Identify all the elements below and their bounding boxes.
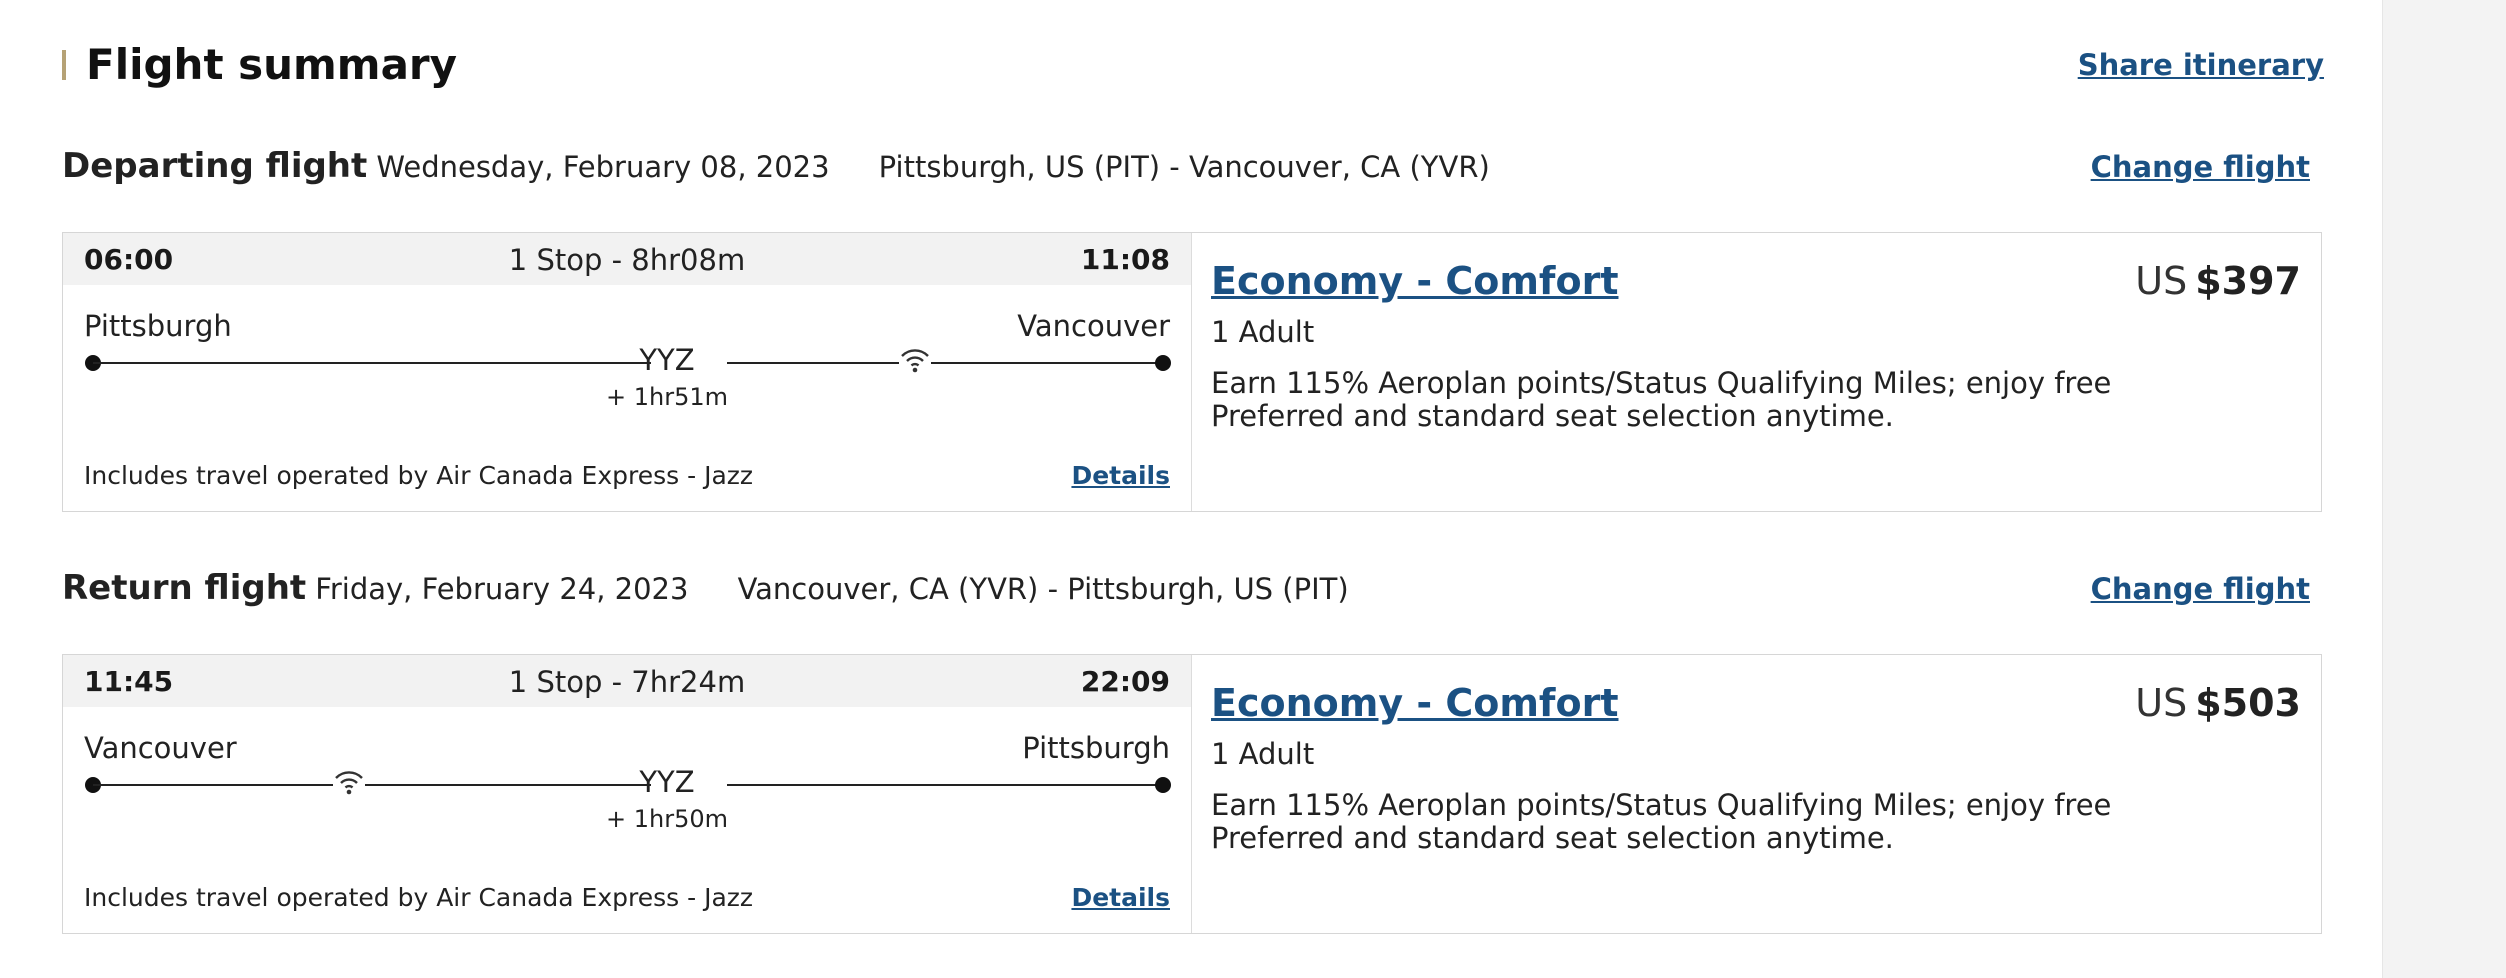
flight-card: 11:45 1 Stop - 7hr24m 22:09 Vancouver Pi… xyxy=(62,654,2322,934)
time-bar: 06:00 1 Stop - 8hr08m 11:08 xyxy=(63,233,1191,285)
arrival-time: 22:09 xyxy=(1080,665,1170,698)
layover-duration: + 1hr51m xyxy=(605,383,728,411)
itinerary-panel: 11:45 1 Stop - 7hr24m 22:09 Vancouver Pi… xyxy=(63,655,1192,933)
destination-city: Vancouver xyxy=(1017,309,1170,343)
operated-by-note: Includes travel operated by Air Canada E… xyxy=(84,883,754,912)
section-title: Departing flight xyxy=(62,146,368,186)
connection-airport: YYZ xyxy=(639,343,695,377)
destination-dot xyxy=(1155,355,1171,371)
operated-by-note: Includes travel operated by Air Canada E… xyxy=(84,461,754,490)
flight-summary-panel: Flight summary Share itinerary Departing… xyxy=(0,0,2382,978)
fare-type-link[interactable]: Economy - Comfort xyxy=(1211,681,1618,725)
flight-date: Friday, February 24, 2023 xyxy=(315,572,689,606)
stops-duration: 1 Stop - 7hr24m xyxy=(508,665,746,699)
fare-price: US $397 xyxy=(2135,259,2301,303)
fare-panel: Economy - Comfort US $503 1 Adult Earn 11… xyxy=(1191,655,2321,933)
fare-price: US $503 xyxy=(2135,681,2301,725)
arrival-time: 11:08 xyxy=(1080,243,1170,276)
destination-dot xyxy=(1155,777,1171,793)
accent-bar xyxy=(62,50,66,80)
price-currency: US xyxy=(2135,259,2188,303)
page-title: Flight summary xyxy=(86,40,458,89)
price-currency: US xyxy=(2135,681,2188,725)
flight-date: Wednesday, February 08, 2023 xyxy=(376,150,830,184)
destination-city: Pittsburgh xyxy=(1022,731,1170,765)
price-amount: $397 xyxy=(2195,259,2301,303)
section-title: Return flight xyxy=(62,568,307,608)
route-line-segment xyxy=(93,784,651,786)
return-flight-section: Return flight Friday, February 24, 2023 … xyxy=(62,568,2324,934)
layover-duration: + 1hr50m xyxy=(605,805,728,833)
summary-header: Flight summary Share itinerary xyxy=(62,40,2324,90)
origin-city: Vancouver xyxy=(84,731,237,765)
origin-city: Pittsburgh xyxy=(84,309,232,343)
departing-flight-header: Departing flight Wednesday, February 08,… xyxy=(62,146,2324,206)
passenger-count: 1 Adult xyxy=(1211,315,1315,349)
fare-benefit-text: Earn 115% Aeroplan points/Status Qualify… xyxy=(1211,366,2112,433)
change-flight-link[interactable]: Change flight xyxy=(2091,150,2310,184)
flight-route: Vancouver, CA (YVR) - Pittsburgh, US (PI… xyxy=(737,572,1349,606)
price-amount: $503 xyxy=(2195,681,2301,725)
passenger-count: 1 Adult xyxy=(1211,737,1315,771)
wifi-icon xyxy=(899,343,931,375)
connection-airport: YYZ xyxy=(639,765,695,799)
itinerary-panel: 06:00 1 Stop - 8hr08m 11:08 Pittsburgh V… xyxy=(63,233,1192,511)
flight-card: 06:00 1 Stop - 8hr08m 11:08 Pittsburgh V… xyxy=(62,232,2322,512)
fare-benefit-text: Earn 115% Aeroplan points/Status Qualify… xyxy=(1211,788,2112,855)
page-background-strip xyxy=(2382,0,2506,978)
fare-type-link[interactable]: Economy - Comfort xyxy=(1211,259,1618,303)
details-link[interactable]: Details xyxy=(1071,461,1170,490)
departing-flight-section: Departing flight Wednesday, February 08,… xyxy=(62,146,2324,512)
fare-panel: Economy - Comfort US $397 1 Adult Earn 11… xyxy=(1191,233,2321,511)
return-flight-header: Return flight Friday, February 24, 2023 … xyxy=(62,568,2324,628)
share-itinerary-link[interactable]: Share itinerary xyxy=(2078,48,2324,82)
route-line-segment xyxy=(727,362,1163,364)
time-bar: 11:45 1 Stop - 7hr24m 22:09 xyxy=(63,655,1191,707)
route-line-segment xyxy=(93,362,651,364)
flight-route: Pittsburgh, US (PIT) - Vancouver, CA (YV… xyxy=(878,150,1490,184)
wifi-icon xyxy=(333,765,365,797)
details-link[interactable]: Details xyxy=(1071,883,1170,912)
route-line-segment xyxy=(727,784,1163,786)
change-flight-link[interactable]: Change flight xyxy=(2091,572,2310,606)
stops-duration: 1 Stop - 8hr08m xyxy=(508,243,746,277)
